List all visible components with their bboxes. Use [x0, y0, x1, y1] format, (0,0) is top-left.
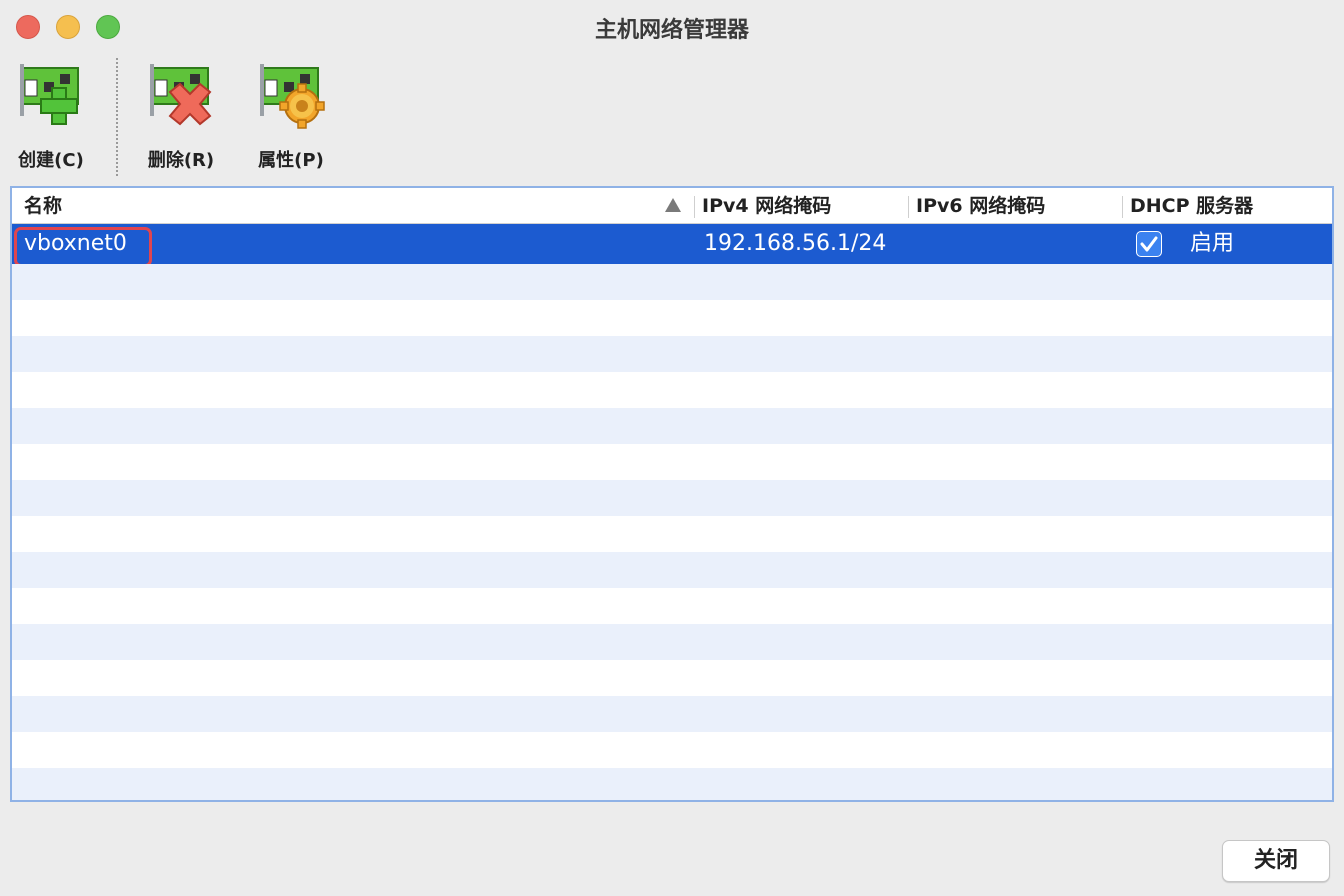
- properties-label: 属性(P): [258, 150, 324, 171]
- empty-row: [12, 408, 1332, 444]
- empty-row: [12, 480, 1332, 516]
- empty-row: [12, 552, 1332, 588]
- column-divider[interactable]: [908, 196, 909, 218]
- empty-row: [12, 336, 1332, 372]
- create-label: 创建(C): [18, 150, 84, 171]
- toolbar: 创建(C) 删除(R) 属性(P): [0, 56, 1344, 180]
- column-header-name[interactable]: 名称: [24, 188, 62, 224]
- column-header-ipv4[interactable]: IPv4 网络掩码: [702, 188, 831, 224]
- network-card-add-icon: [20, 64, 79, 125]
- empty-row: [12, 516, 1332, 552]
- toolbar-separator: [116, 58, 118, 176]
- window-title: 主机网络管理器: [594, 18, 749, 43]
- network-card-properties-icon: [260, 64, 325, 129]
- delete-button[interactable]: 删除(R): [136, 60, 226, 172]
- table-row[interactable]: vboxnet0 192.168.56.1/24 启用: [12, 224, 1332, 267]
- row-dhcp-label: 启用: [1190, 231, 1235, 256]
- empty-row: [12, 300, 1332, 336]
- table-body: vboxnet0 192.168.56.1/24 启用: [12, 224, 1332, 800]
- empty-row: [12, 444, 1332, 480]
- empty-row: [12, 732, 1332, 768]
- empty-row: [12, 696, 1332, 732]
- empty-row: [12, 372, 1332, 408]
- empty-row: [12, 624, 1332, 660]
- close-button[interactable]: 关闭: [1222, 840, 1330, 882]
- column-divider[interactable]: [694, 196, 695, 218]
- network-table: 名称 IPv4 网络掩码 IPv6 网络掩码 DHCP 服务器 vboxnet0…: [10, 186, 1334, 802]
- row-name: vboxnet0: [24, 231, 127, 256]
- empty-row: [12, 588, 1332, 624]
- sort-ascending-icon[interactable]: [664, 197, 682, 213]
- table-header: 名称 IPv4 网络掩码 IPv6 网络掩码 DHCP 服务器: [12, 188, 1332, 224]
- column-divider[interactable]: [1122, 196, 1123, 218]
- empty-row: [12, 660, 1332, 696]
- empty-row: [12, 264, 1332, 300]
- empty-row: [12, 768, 1332, 800]
- row-ipv4: 192.168.56.1/24: [704, 231, 887, 256]
- delete-label: 删除(R): [147, 150, 215, 171]
- create-button[interactable]: 创建(C): [6, 60, 96, 172]
- column-header-dhcp[interactable]: DHCP 服务器: [1130, 188, 1253, 224]
- network-card-remove-icon: [150, 64, 212, 126]
- title-bar: 主机网络管理器: [0, 0, 1344, 56]
- checkmark-icon: [1140, 236, 1158, 252]
- dhcp-checkbox[interactable]: [1136, 231, 1162, 257]
- column-header-ipv6[interactable]: IPv6 网络掩码: [916, 188, 1045, 224]
- properties-button[interactable]: 属性(P): [246, 60, 336, 172]
